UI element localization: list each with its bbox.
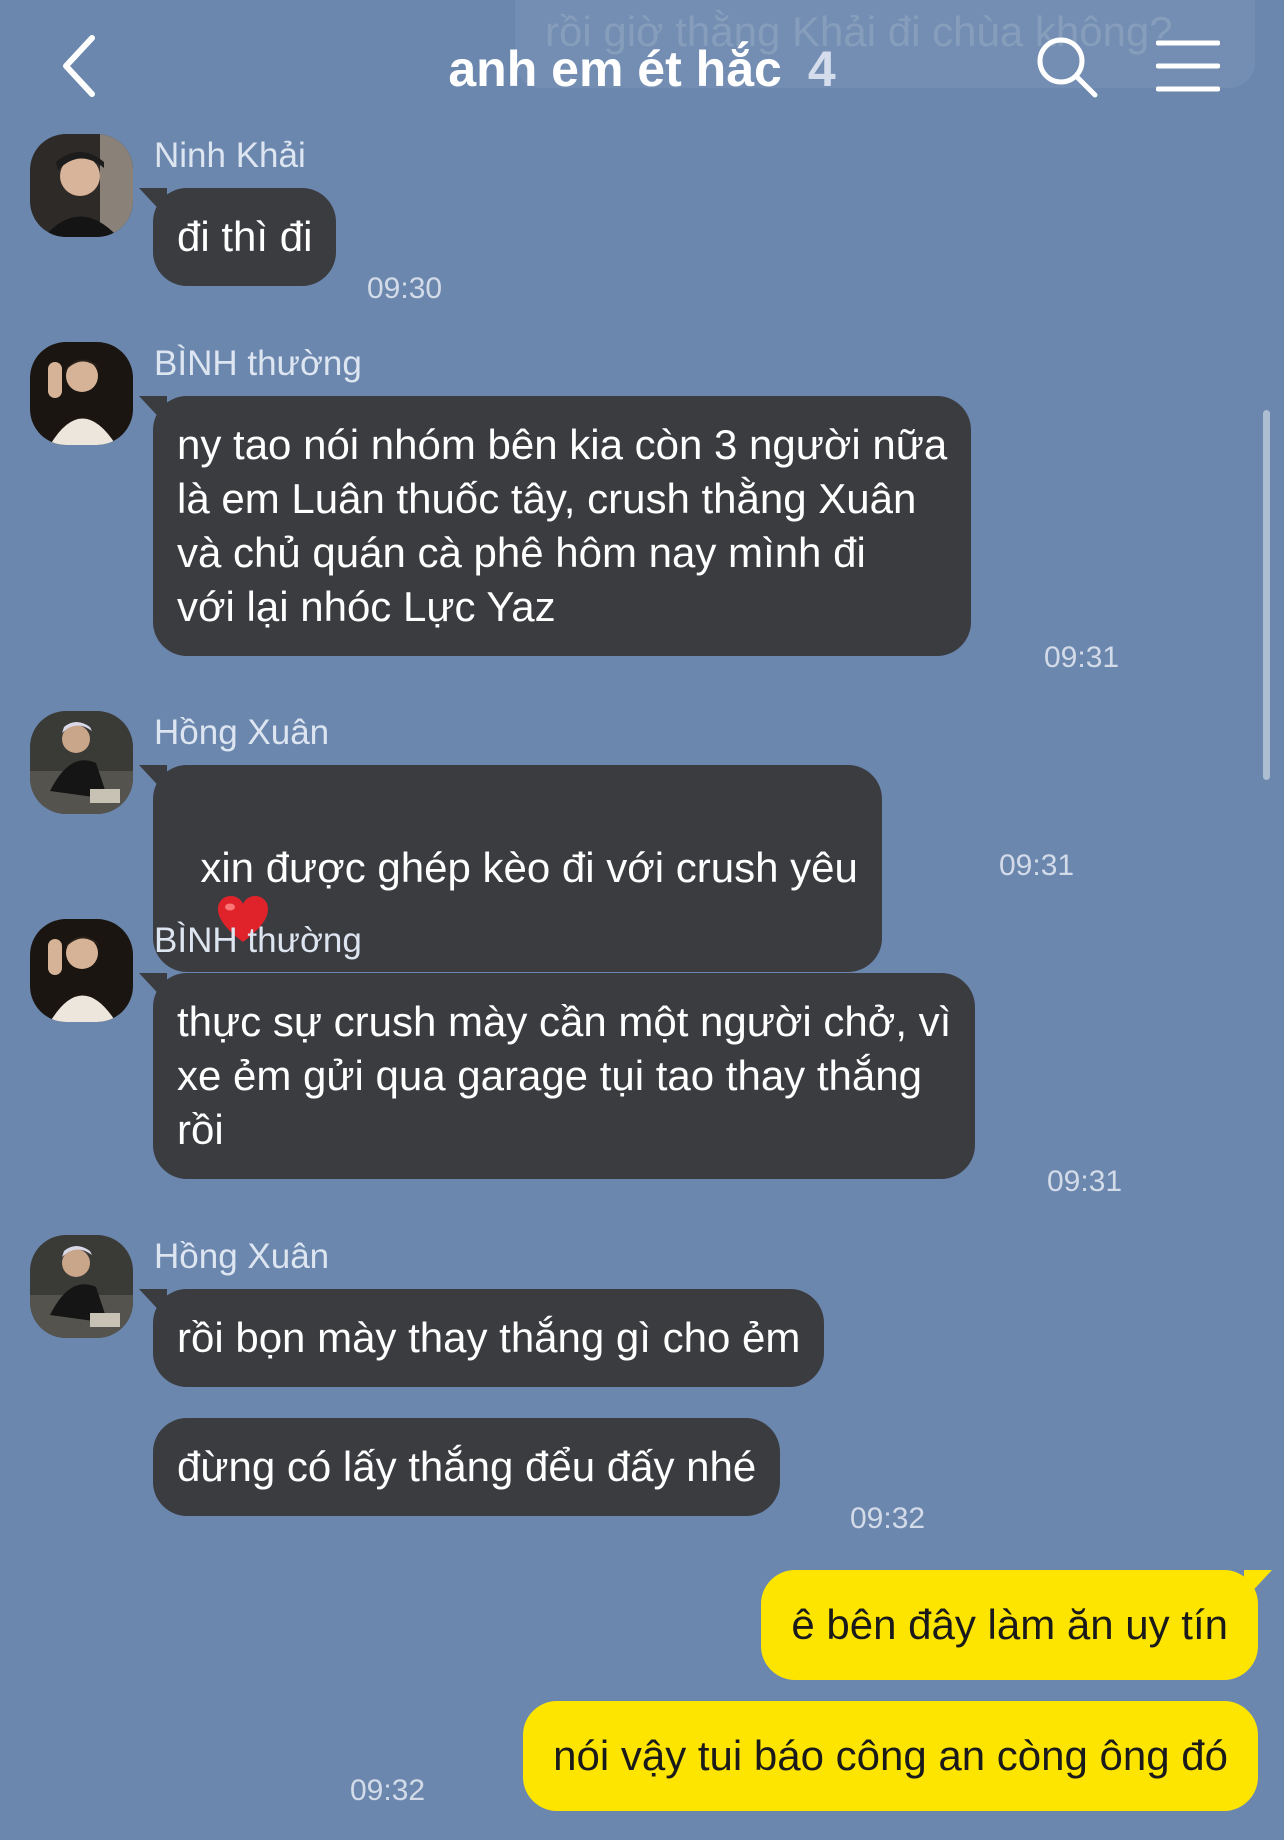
scrollbar[interactable] (1263, 410, 1270, 780)
message-text: xin được ghép kèo đi với crush yêu (200, 844, 858, 891)
avatar-photo-hong-xuan (30, 1235, 133, 1338)
member-count: 4 (807, 41, 836, 97)
search-icon (1037, 37, 1098, 98)
menu-button[interactable] (1155, 38, 1221, 94)
avatar-photo-ninh-khai (30, 134, 133, 237)
avatar-photo-binh-thuong (30, 342, 133, 445)
message-time: 09:30 (367, 272, 443, 305)
avatar[interactable] (30, 1235, 133, 1338)
search-button[interactable] (1034, 34, 1100, 100)
message-time: 09:31 (1047, 1165, 1123, 1198)
avatar[interactable] (30, 919, 133, 1022)
group-name: anh em ét hắc (448, 41, 782, 97)
avatar[interactable] (30, 134, 133, 237)
message-time: 09:31 (999, 849, 1075, 882)
sender-name: Hồng Xuân (154, 713, 330, 752)
avatar[interactable] (30, 342, 133, 445)
menu-icon (1155, 40, 1221, 92)
my-message-time: 09:32 (350, 1774, 426, 1807)
message-bubble[interactable]: ny tao nói nhóm bên kia còn 3 người nữa … (138, 396, 972, 656)
sender-name: BÌNH thường (154, 344, 362, 383)
message-time: 09:32 (850, 1502, 926, 1535)
message-bubble[interactable]: thực sự crush mày cần một người chở, vì … (138, 973, 976, 1179)
avatar[interactable] (30, 711, 133, 814)
avatar-photo-binh-thuong (30, 919, 133, 1022)
my-message-bubble[interactable]: ê bên đây làm ăn uy tín (761, 1570, 1272, 1680)
sender-name: Ninh Khải (154, 136, 306, 175)
sender-name: Hồng Xuân (154, 1237, 330, 1276)
sender-name: BÌNH thường (154, 921, 362, 960)
message-bubble[interactable]: rồi bọn mày thay thắng gì cho ẻm (138, 1289, 825, 1387)
message-bubble[interactable]: đi thì đi (138, 188, 337, 286)
message-time: 09:31 (1044, 641, 1120, 674)
avatar-photo-hong-xuan (30, 711, 133, 814)
chat-header: anh em ét hắc 4 (0, 0, 1284, 130)
message-bubble[interactable]: đừng có lấy thắng đểu đấy nhé (153, 1418, 781, 1516)
my-message-bubble[interactable]: nói vậy tui báo công an còng ông đó (523, 1701, 1258, 1811)
